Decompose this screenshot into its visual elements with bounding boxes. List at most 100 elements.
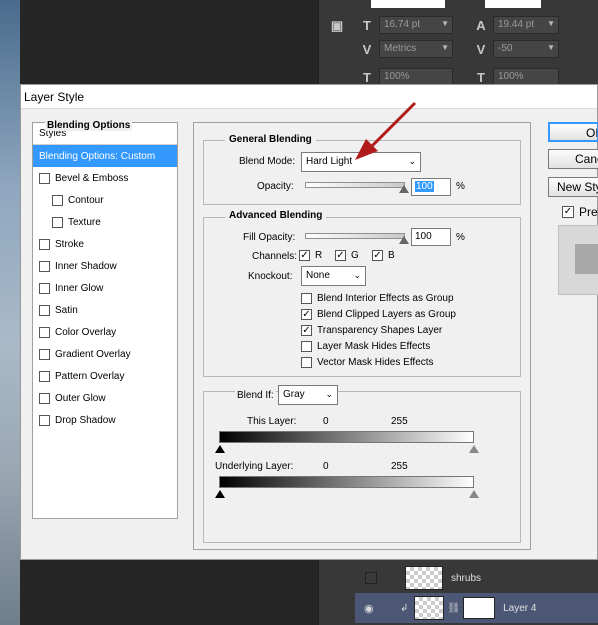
underlying-black-handle[interactable] [215,490,225,498]
channel-r-label: R [315,250,323,261]
checkbox[interactable] [39,370,50,382]
preview-swatch [558,225,598,295]
styles-item[interactable]: Inner Shadow [33,255,177,277]
checkbox[interactable] [52,216,63,228]
checkbox[interactable] [39,392,50,404]
preview-checkbox[interactable]: ✓ Preview [562,205,598,219]
checkbox[interactable]: ✓ [301,325,312,336]
tracking-value: -50 [498,43,513,54]
styles-item[interactable]: Blending Options: Custom [33,145,177,167]
cancel-button[interactable]: Cancel [548,149,598,169]
styles-item[interactable]: Satin [33,299,177,321]
channel-g-checkbox[interactable]: ✓ G [335,250,359,261]
checkbox[interactable]: ✓ [335,250,346,261]
styles-item-label: Texture [68,216,101,228]
layer-thumbnail [405,566,443,590]
tracking-field[interactable]: -50 ▼ [493,40,559,58]
checkbox[interactable] [301,341,312,352]
knockout-select[interactable]: None ⌄ [301,266,366,286]
knockout-label: Knockout: [248,271,293,282]
blend-mode-select[interactable]: Hard Light ⌄ [301,152,421,172]
checkbox[interactable]: ✓ [301,309,312,320]
cube-icon[interactable]: ▣ [329,18,345,34]
styles-item[interactable]: Gradient Overlay [33,343,177,365]
checkbox[interactable]: ✓ [372,250,383,261]
blend-if-select[interactable]: Gray ⌄ [278,385,338,405]
underlying-white-handle[interactable] [469,490,479,498]
advanced-option-checkbox[interactable]: ✓ Blend Clipped Layers as Group [301,309,456,320]
styles-item[interactable]: Bevel & Emboss [33,167,177,189]
horizontal-scale-icon: T [477,69,485,85]
leading-field[interactable]: 19.44 pt ▼ [493,16,559,34]
styles-item-label: Color Overlay [55,326,117,338]
blending-options-title: Blending Options [45,120,133,131]
panel-field-top-1 [371,0,445,8]
styles-item-label: Outer Glow [55,392,106,404]
checkbox[interactable] [39,260,50,272]
new-style-button-label: New Style... [557,180,598,194]
checkbox[interactable] [301,293,312,304]
this-layer-black-handle[interactable] [215,445,225,453]
layer-row[interactable]: shrubs [355,563,598,593]
channel-b-checkbox[interactable]: ✓ B [372,250,395,261]
preview-swatch-inner [575,244,598,274]
checkbox[interactable] [52,194,63,206]
slider-handle[interactable] [399,185,409,193]
styles-item[interactable]: Drop Shadow [33,409,177,431]
styles-item[interactable]: Stroke [33,233,177,255]
styles-item[interactable]: Texture [33,211,177,233]
advanced-option-checkbox[interactable]: ✓ Transparency Shapes Layer [301,325,442,336]
eye-icon[interactable]: ◉ [364,602,378,615]
checkbox[interactable] [39,172,50,184]
checkbox[interactable] [301,357,312,368]
underlying-layer-gradient [219,476,474,488]
vertical-scale-value: 100% [384,71,410,82]
background-photo [0,0,20,625]
styles-item[interactable]: Contour [33,189,177,211]
general-blending-title: General Blending [225,134,316,145]
chevron-down-icon: ⌄ [353,270,361,280]
styles-item[interactable]: Outer Glow [33,387,177,409]
chevron-down-icon: ▼ [547,43,555,52]
this-layer-min: 0 [323,416,329,427]
styles-item[interactable]: Inner Glow [33,277,177,299]
checkbox[interactable] [39,304,50,316]
knockout-value: None [306,270,330,281]
styles-item-label: Drop Shadow [55,414,116,426]
fill-opacity-input[interactable]: 100 [411,228,451,246]
channel-r-checkbox[interactable]: ✓ R [299,250,322,261]
styles-item-label: Pattern Overlay [55,370,125,382]
advanced-blending-title: Advanced Blending [225,210,327,221]
checkbox[interactable]: ✓ [299,250,310,261]
blend-if-value: Gray [283,389,305,400]
checkbox[interactable]: ✓ [562,206,574,218]
checkbox[interactable] [39,326,50,338]
opacity-slider[interactable] [305,182,409,193]
kerning-icon: V [362,41,372,57]
panel-icon-row: ▣ [329,18,345,34]
advanced-option-label: Vector Mask Hides Effects [317,357,434,368]
fill-opacity-slider[interactable] [305,233,409,244]
font-size-field[interactable]: 16.74 pt ▼ [379,16,453,34]
checkbox[interactable] [39,238,50,250]
slider-handle[interactable] [399,236,409,244]
styles-item[interactable]: Pattern Overlay [33,365,177,387]
new-style-button[interactable]: New Style... [548,177,598,197]
opacity-input[interactable]: 100 [411,178,451,196]
checkbox[interactable] [39,348,50,360]
this-layer-white-handle[interactable] [469,445,479,453]
advanced-option-checkbox[interactable]: Layer Mask Hides Effects [301,341,430,352]
opacity-value: 100 [415,181,434,192]
checkbox[interactable] [39,414,50,426]
checkbox[interactable] [39,282,50,294]
chevron-down-icon: ⌄ [325,389,333,399]
layer-row-selected[interactable]: ◉ ↲ ⛓ Layer 4 [355,593,598,623]
panel-field-top-2 [485,0,541,8]
visibility-toggle-off[interactable] [365,572,377,584]
advanced-option-checkbox[interactable]: Blend Interior Effects as Group [301,293,454,304]
ok-button[interactable]: OK [548,122,598,142]
styles-item[interactable]: Color Overlay [33,321,177,343]
styles-item-label: Stroke [55,238,84,250]
kerning-field[interactable]: Metrics ▼ [379,40,453,58]
advanced-option-checkbox[interactable]: Vector Mask Hides Effects [301,357,434,368]
